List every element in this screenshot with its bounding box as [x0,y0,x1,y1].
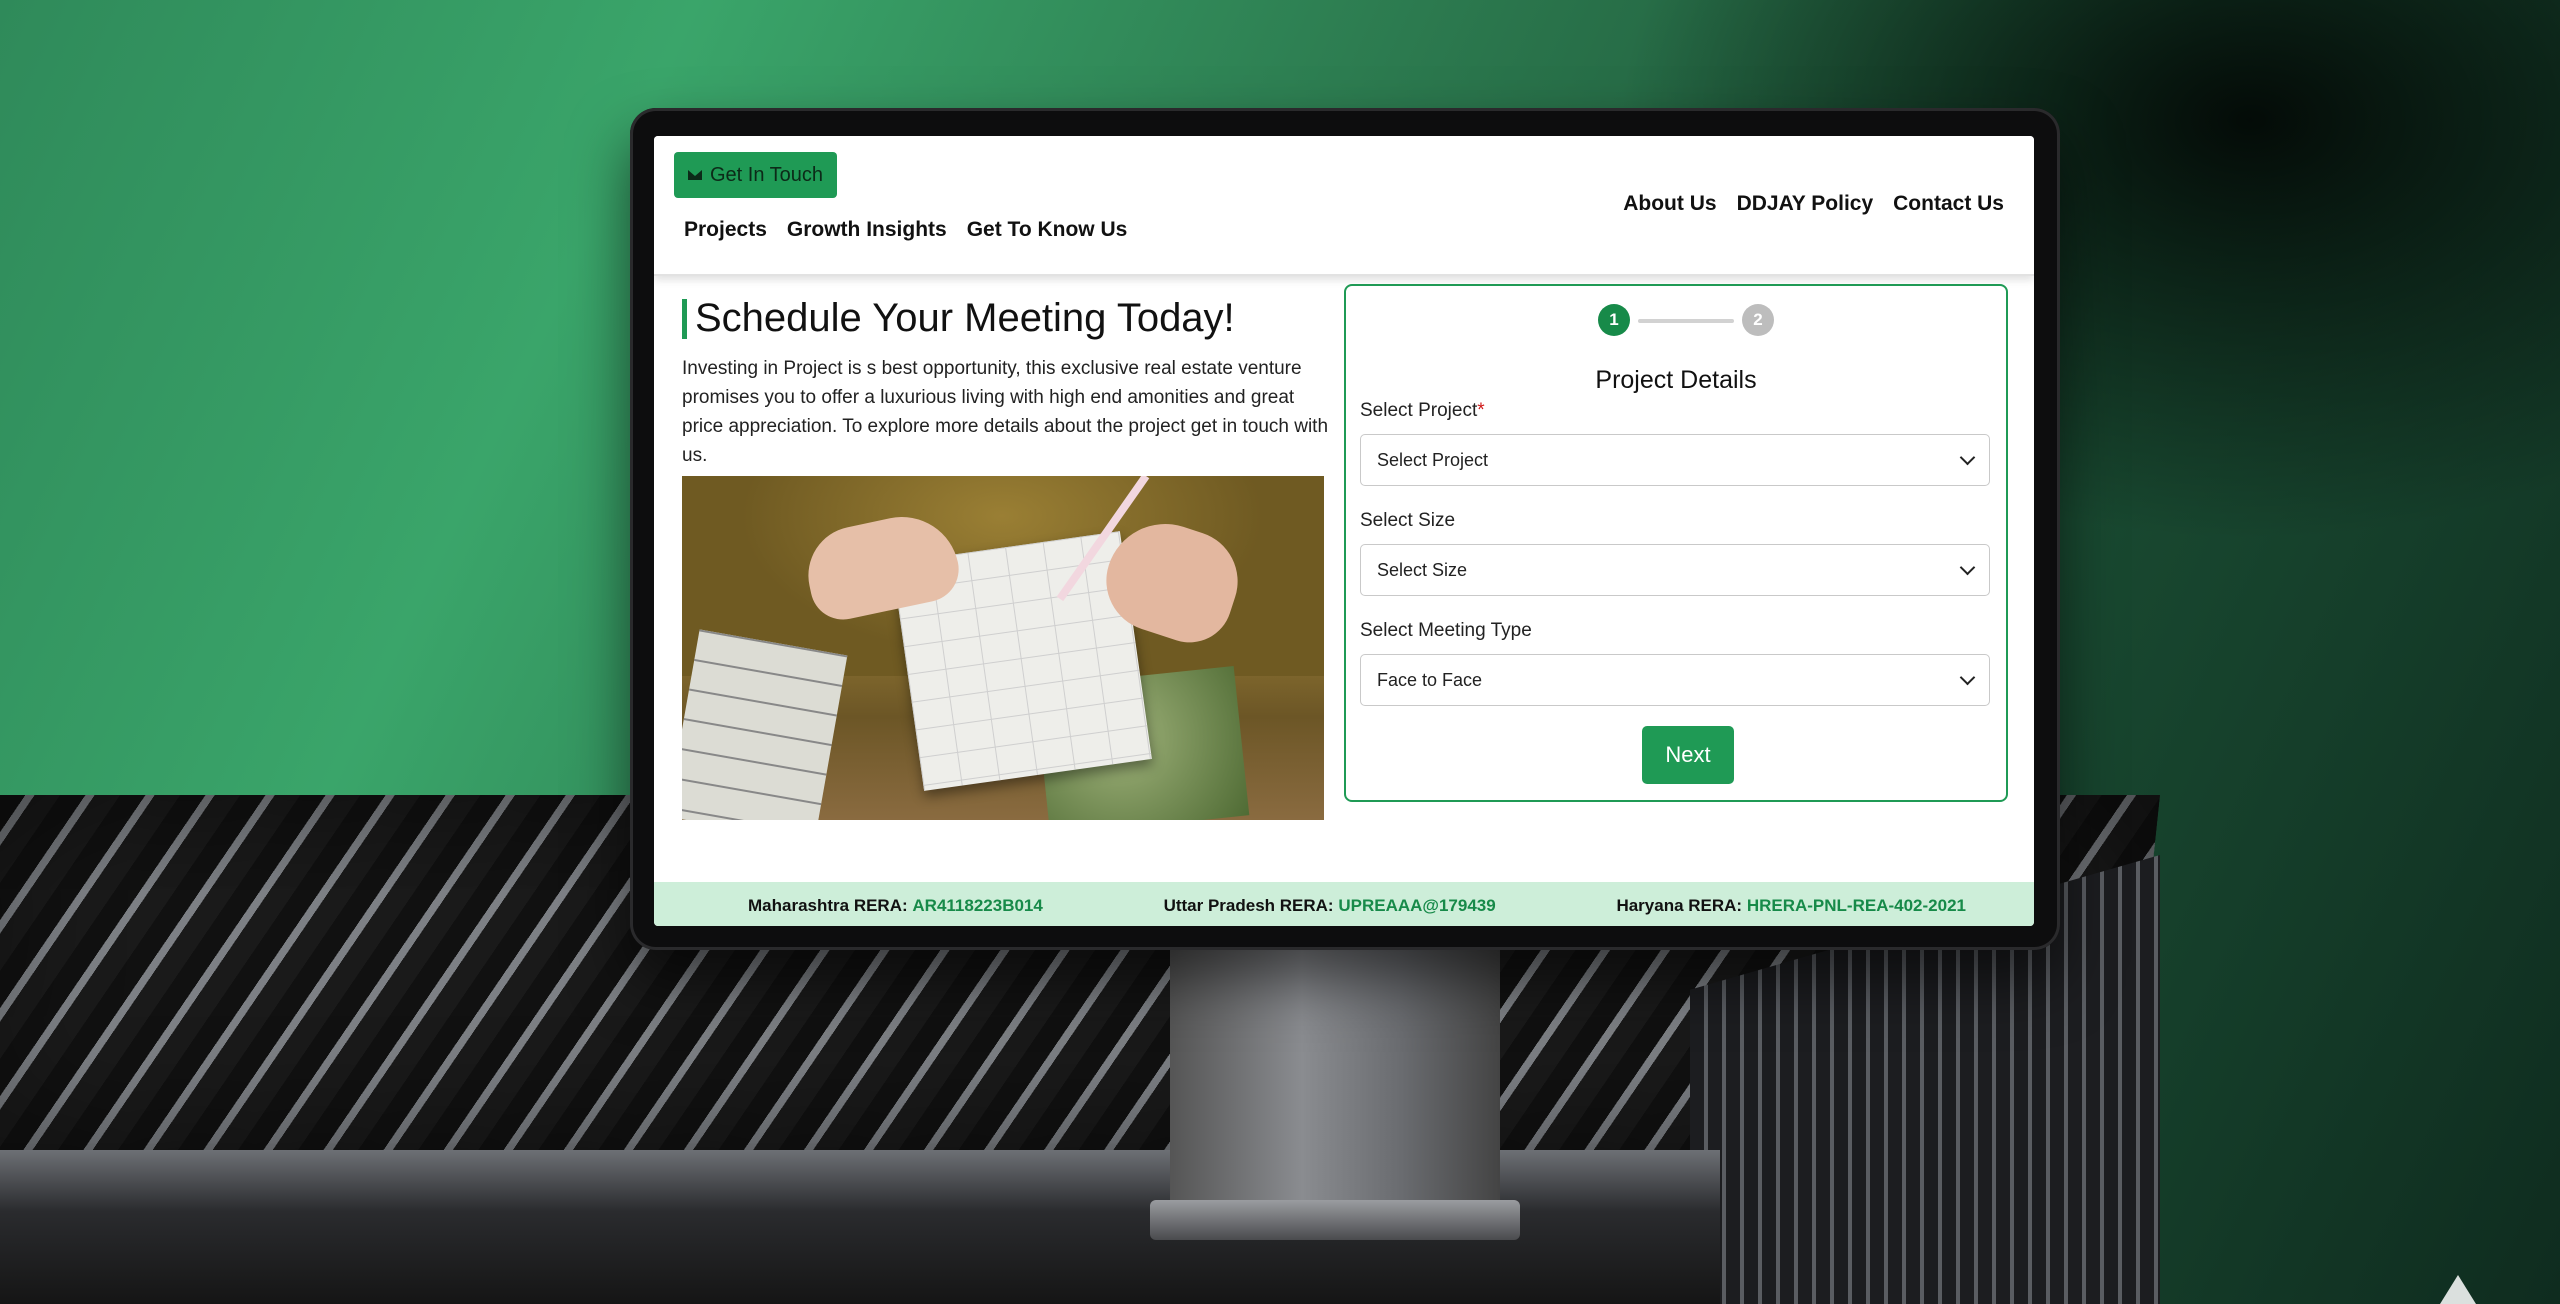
nav-about-us[interactable]: About Us [1623,192,1716,216]
select-size-value: Select Size [1377,559,1468,580]
select-meeting-type-value: Face to Face [1377,669,1483,690]
rera-haryana: Haryana RERA: HRERA-PNL-REA-402-2021 [1616,896,1966,915]
planner-photo [682,476,1324,820]
select-size-dropdown[interactable]: Select Size [1360,544,1990,596]
select-project-label: Select Project* [1360,400,1485,421]
stepper: 1 2 [1598,304,1774,340]
nav-contact-us[interactable]: Contact Us [1893,192,2004,216]
site-header: Get In Touch Projects Growth Insights Ge… [654,136,2034,276]
title-accent-bar [682,298,687,339]
stepper-line [1638,319,1734,323]
get-in-touch-button[interactable]: Get In Touch [674,152,838,198]
select-meeting-type-label: Select Meeting Type [1360,620,1532,641]
primary-nav: Projects Growth Insights Get To Know Us [684,218,1127,242]
form-title: Project Details [1595,366,1757,394]
secondary-nav: About Us DDJAY Policy Contact Us [1623,192,2004,216]
corner-mark [2440,1275,2476,1304]
nav-get-to-know-us[interactable]: Get To Know Us [967,218,1128,242]
chevron-down-icon [1959,449,1976,466]
page-title-wrap: Schedule Your Meeting Today! [682,296,1235,341]
rera-uttar-pradesh: Uttar Pradesh RERA: UPREAAA@179439 [1163,896,1496,915]
monitor-stand [1170,940,1500,1240]
monitor-stand-base [1150,1200,1520,1240]
step-1-indicator: 1 [1598,304,1630,336]
get-in-touch-label: Get In Touch [710,163,824,186]
meeting-form: 1 2 Project Details Select Project* Sele… [1344,284,2008,802]
nav-projects[interactable]: Projects [684,218,767,242]
chevron-down-icon [1959,669,1976,686]
intro-text: Investing in Project is s best opportuni… [682,358,1329,466]
nav-growth-insights[interactable]: Growth Insights [787,218,947,242]
website-screen: Get In Touch Projects Growth Insights Ge… [654,136,2034,926]
select-project-dropdown[interactable]: Select Project [1360,434,1990,486]
nav-ddjay-policy[interactable]: DDJAY Policy [1737,192,1874,216]
next-button[interactable]: Next [1642,726,1734,784]
required-asterisk: * [1477,400,1485,421]
page-title: Schedule Your Meeting Today! [695,296,1235,340]
select-size-label: Select Size [1360,510,1456,531]
rera-maharashtra: Maharashtra RERA: AR4118223B014 [748,896,1043,915]
select-project-value: Select Project [1377,449,1489,470]
rera-footer: Maharashtra RERA: AR4118223B014 Uttar Pr… [654,882,2034,926]
mail-icon [688,170,702,180]
step-2-indicator: 2 [1742,304,1774,336]
chevron-down-icon [1959,559,1976,576]
select-meeting-type-dropdown[interactable]: Face to Face [1360,654,1990,706]
monitor: Get In Touch Projects Growth Insights Ge… [630,108,2060,950]
